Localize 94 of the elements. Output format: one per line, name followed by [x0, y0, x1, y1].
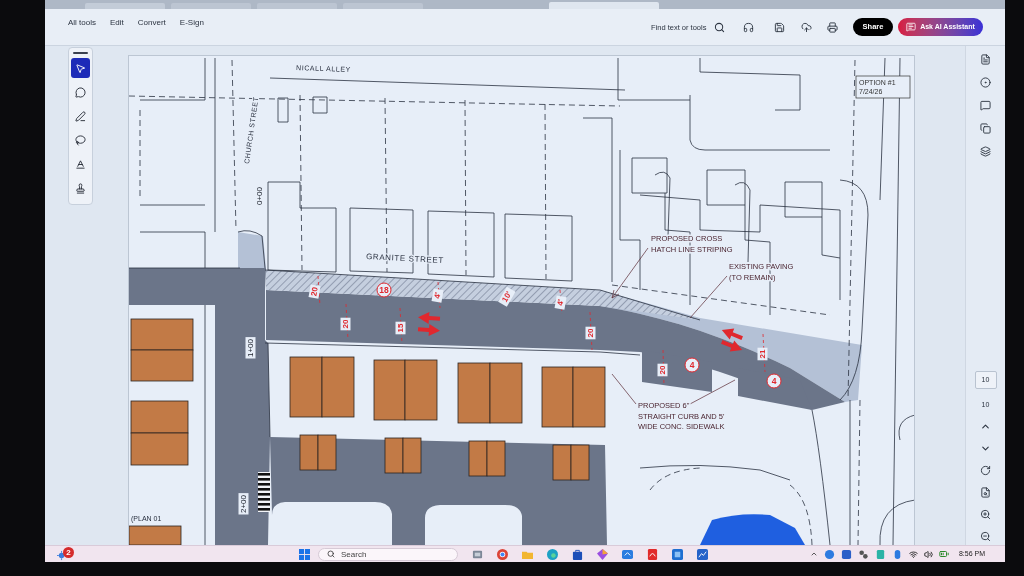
leader-line: [611, 247, 649, 299]
building: [489, 362, 523, 424]
tool-button[interactable]: [71, 58, 90, 78]
chevron-app-icon[interactable]: [622, 548, 633, 560]
traffic-arrow: [721, 340, 743, 352]
traffic-arrow: [721, 328, 743, 340]
search-field[interactable]: Search: [318, 547, 458, 561]
station-label: 1+00: [245, 337, 256, 359]
dimension-label: 21: [757, 347, 768, 361]
menu-item[interactable]: Convert: [137, 17, 166, 29]
layers-icon[interactable]: [980, 146, 991, 157]
dimension-label: 20: [308, 284, 321, 299]
save-icon[interactable]: [774, 21, 785, 33]
page-search-icon[interactable]: [980, 487, 991, 498]
diamond-app-icon[interactable]: [597, 548, 608, 560]
cloud-upload-icon[interactable]: [801, 21, 812, 33]
paved-area: [238, 232, 266, 268]
building: [317, 434, 337, 471]
circle-app-icon[interactable]: [497, 548, 508, 560]
chart-app-icon[interactable]: [697, 548, 708, 560]
dimension-label: 10': [498, 286, 516, 307]
building: [486, 440, 506, 477]
window-app-icon[interactable]: [472, 548, 483, 560]
menu-item[interactable]: All tools: [68, 17, 96, 29]
building: [468, 440, 488, 477]
arc-app-icon[interactable]: [647, 548, 658, 560]
menu-item[interactable]: Edit: [110, 17, 124, 29]
building: [572, 366, 606, 428]
dimension-label: 4': [431, 288, 444, 303]
drag-handle[interactable]: [73, 52, 88, 54]
zoom-out-icon[interactable]: [980, 531, 991, 542]
pointer-icon: [75, 62, 86, 74]
building: [130, 349, 194, 382]
dimension-line: [762, 333, 766, 373]
chevron-down-icon[interactable]: [980, 443, 991, 454]
notification-badge: 2: [63, 546, 74, 558]
stamp-icon: [75, 182, 86, 194]
dimension-label: 4': [554, 295, 567, 310]
headphones-icon[interactable]: [743, 21, 754, 33]
zoom-in-icon[interactable]: [980, 509, 991, 520]
dimension-label: 20: [340, 317, 351, 331]
battery-icon[interactable]: [938, 549, 949, 559]
tray-app-icon[interactable]: [840, 548, 852, 560]
station-label: 2+00: [238, 493, 249, 515]
dimension-label: 15: [395, 321, 406, 335]
lasso-icon: [75, 134, 86, 146]
rotate-icon[interactable]: [980, 465, 991, 476]
building: [384, 437, 404, 474]
dimension-line: [589, 311, 593, 351]
building: [289, 356, 323, 418]
four-squares-icon[interactable]: [299, 548, 310, 560]
building: [321, 356, 355, 418]
ring-icon[interactable]: [980, 77, 991, 88]
building: [130, 318, 194, 351]
building: [457, 362, 491, 424]
street-name: GRANITE STREET: [365, 252, 444, 266]
leader-line: [689, 275, 728, 319]
building: [402, 437, 422, 474]
traffic-arrow: [418, 312, 441, 324]
speaker-icon[interactable]: [923, 549, 933, 559]
menu-item[interactable]: E-Sign: [179, 17, 204, 29]
pen-icon: [75, 110, 86, 122]
station-label: 0+00: [254, 185, 265, 207]
document-icon[interactable]: [980, 54, 991, 65]
copy-icon[interactable]: [980, 123, 991, 134]
tray-app-icon[interactable]: [823, 548, 835, 560]
message-icon: [906, 22, 917, 32]
search-icon[interactable]: [714, 21, 725, 33]
building: [373, 359, 406, 421]
building: [552, 444, 572, 481]
building: [299, 434, 319, 471]
dimension-label: 20: [657, 363, 668, 377]
speech-bubble-icon[interactable]: [980, 100, 991, 111]
printer-icon[interactable]: [827, 21, 838, 33]
wifi-icon[interactable]: [908, 549, 918, 559]
building: [130, 432, 189, 466]
bag-app-icon[interactable]: [572, 548, 583, 560]
speech-bubble-icon: [75, 86, 86, 98]
letter-a-icon: [75, 158, 86, 170]
numbered-tag: 4: [684, 357, 700, 373]
numbered-tag: 18: [376, 282, 392, 298]
numbered-tag: 4: [766, 373, 782, 389]
dot-app-icon[interactable]: [547, 548, 558, 560]
building: [404, 359, 438, 421]
chevron-up-icon[interactable]: [809, 550, 818, 558]
search-icon: [327, 550, 335, 558]
square-app-icon[interactable]: [672, 548, 683, 560]
building: [130, 400, 189, 434]
dimension-label: 20: [585, 326, 596, 340]
building: [570, 444, 590, 481]
traffic-arrow: [417, 324, 440, 336]
crosswalk: [258, 472, 270, 512]
tray-app-icon[interactable]: [857, 548, 869, 560]
building: [541, 366, 574, 428]
